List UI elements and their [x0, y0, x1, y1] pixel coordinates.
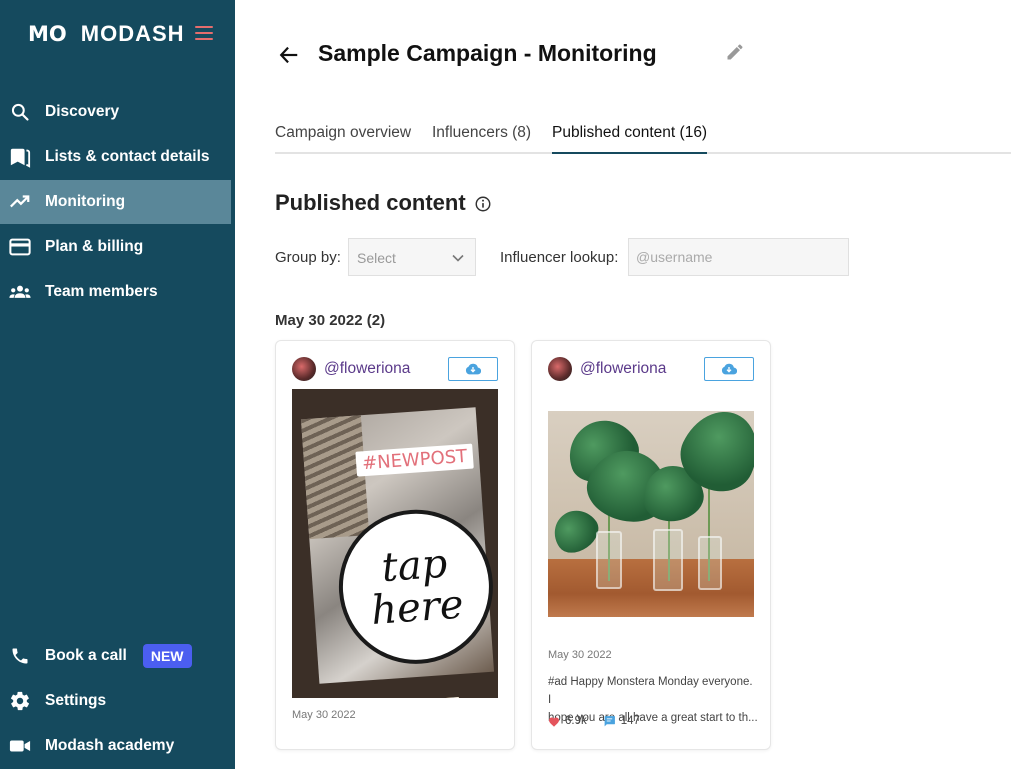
video-camera-icon: [9, 735, 31, 757]
bookmark-icon: [9, 146, 31, 168]
story-image[interactable]: #NEWPOST tap here: [292, 389, 498, 698]
back-button[interactable]: [278, 44, 300, 66]
info-icon[interactable]: [474, 195, 492, 213]
likes-count: 6.9k: [565, 715, 587, 727]
pencil-icon: [727, 44, 743, 60]
menu-toggle-button[interactable]: [195, 26, 213, 40]
sidebar-item-label: Discovery: [45, 103, 120, 120]
influencer-handle[interactable]: @floweriona: [580, 360, 666, 378]
influencer-handle[interactable]: @floweriona: [324, 360, 410, 378]
likes-stat: 6.9k: [548, 715, 587, 727]
download-button[interactable]: [448, 357, 498, 381]
chevron-down-icon: [451, 251, 465, 265]
date-group-header: May 30 2022 (2): [275, 312, 386, 329]
story-photo: #NEWPOST tap here: [300, 407, 498, 698]
section-title: Published content: [275, 190, 466, 215]
influencer-lookup-input[interactable]: [628, 238, 849, 276]
arrow-left-icon: [279, 46, 298, 64]
avatar[interactable]: [292, 357, 316, 381]
phone-icon: [9, 645, 31, 667]
group-by-label: Group by:: [275, 249, 341, 266]
sidebar: MO MODASH Discovery Lists & contact deta…: [0, 0, 235, 769]
sidebar-item-team-members[interactable]: Team members: [0, 270, 231, 314]
sidebar-item-label: Plan & billing: [45, 238, 144, 255]
content-card[interactable]: @floweriona May 30 2022 #ad Happy Monste…: [531, 340, 771, 750]
post-image[interactable]: [548, 411, 754, 617]
sidebar-item-label: Settings: [45, 692, 107, 709]
sidebar-item-book-a-call[interactable]: Book a call NEW: [0, 634, 231, 678]
download-button[interactable]: [704, 357, 754, 381]
sidebar-item-label: Lists & contact details: [45, 148, 210, 165]
search-icon: [9, 101, 31, 123]
logo-mark: MO: [28, 22, 67, 46]
sidebar-item-label: Monitoring: [45, 193, 126, 210]
influencer-lookup-label: Influencer lookup:: [500, 249, 619, 266]
sidebar-item-monitoring[interactable]: Monitoring: [0, 180, 231, 224]
avatar[interactable]: [548, 357, 572, 381]
group-by-value: Select: [357, 250, 396, 266]
main-content: Sample Campaign - Monitoring Campaign ov…: [235, 0, 1011, 769]
logo-text: MODASH: [80, 21, 185, 46]
comments-stat: 147: [603, 715, 640, 727]
sidebar-item-discovery[interactable]: Discovery: [0, 90, 231, 134]
cloud-download-icon: [465, 363, 481, 375]
card-date: May 30 2022: [548, 649, 612, 661]
card-date: May 30 2022: [292, 709, 356, 721]
comments-count: 147: [620, 715, 640, 727]
new-badge: NEW: [142, 644, 192, 668]
post-stats: 6.9k 147: [548, 715, 656, 727]
story-hashtag: #NEWPOST: [355, 443, 474, 477]
sidebar-item-plan-billing[interactable]: Plan & billing: [0, 225, 231, 269]
sidebar-item-settings[interactable]: Settings: [0, 679, 231, 723]
sidebar-item-label: Team members: [45, 283, 158, 300]
tab-published-content[interactable]: Published content (16): [552, 124, 708, 154]
mention-sticker: [388, 697, 460, 698]
sidebar-item-modash-academy[interactable]: Modash academy: [0, 724, 231, 768]
trending-up-icon: [9, 191, 31, 213]
comment-icon: [604, 716, 615, 727]
people-icon: [9, 281, 31, 303]
group-by-select[interactable]: Select: [348, 238, 476, 276]
tab-influencers[interactable]: Influencers (8): [432, 124, 531, 154]
content-card[interactable]: @floweriona #NEWPOST tap here May 30 202…: [275, 340, 515, 750]
credit-card-icon: [9, 236, 31, 258]
sidebar-item-label: Modash academy: [45, 737, 175, 754]
edit-title-button[interactable]: [725, 42, 747, 64]
page-title: Sample Campaign - Monitoring: [318, 40, 657, 66]
cloud-download-icon: [721, 363, 737, 375]
heart-icon: [549, 717, 559, 727]
tab-campaign-overview[interactable]: Campaign overview: [275, 124, 411, 154]
sidebar-item-label: Book a call: [45, 647, 127, 664]
tab-bar: Campaign overview Influencers (8) Publis…: [275, 124, 1011, 154]
gear-icon: [9, 690, 31, 712]
logo[interactable]: MO MODASH: [28, 20, 185, 48]
sidebar-item-lists[interactable]: Lists & contact details: [0, 135, 231, 179]
